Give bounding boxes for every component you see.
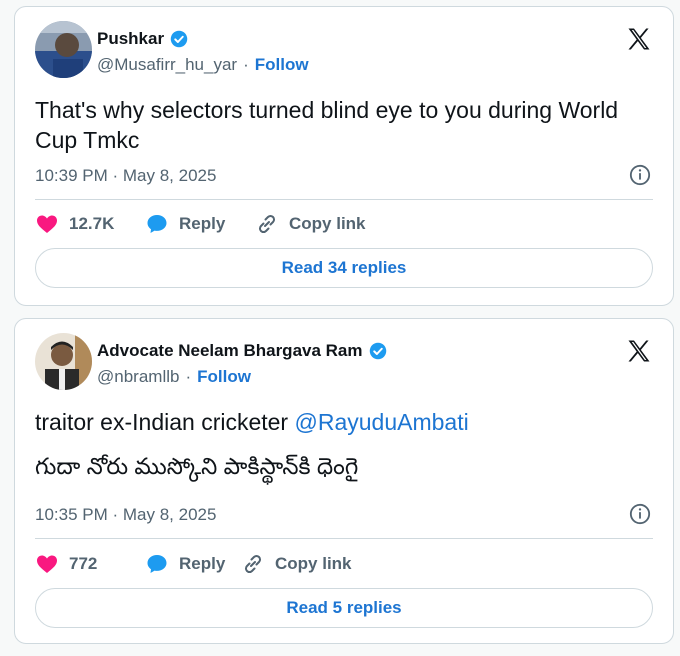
action-bar: 772 Reply Copy link [35, 552, 352, 576]
author-name[interactable]: Advocate Neelam Bhargava Ram [97, 341, 363, 361]
info-icon[interactable] [629, 164, 651, 186]
reply-bubble-icon [147, 215, 167, 233]
read-replies-button[interactable]: Read 5 replies [35, 588, 653, 628]
follow-button[interactable]: Follow [197, 367, 251, 387]
like-count: 12.7K [69, 214, 115, 233]
separator-dot: · [243, 55, 249, 74]
timestamp[interactable]: 10:39 PM · May 8, 2025 [35, 166, 216, 186]
reply-label: Reply [179, 214, 226, 233]
like-button[interactable]: 12.7K [35, 212, 145, 236]
tweet-text: That's why selectors turned blind eye to… [35, 95, 618, 155]
link-icon [258, 214, 276, 234]
separator-dot: · [185, 367, 192, 386]
tweet-text-prefix: traitor ex-Indian cricketer [35, 409, 295, 435]
action-bar: 12.7K Reply Copy link [35, 212, 366, 236]
heart-icon [37, 555, 57, 573]
info-icon[interactable] [629, 503, 651, 525]
reply-button[interactable]: Reply [145, 552, 241, 576]
copy-link-label: Copy link [289, 214, 366, 233]
mention-link[interactable]: @RayuduAmbati [294, 409, 468, 435]
verified-badge-icon [369, 342, 386, 360]
divider [35, 199, 653, 200]
tweet-text-line: Cup Tmkc [35, 127, 140, 153]
follow-button[interactable]: Follow [255, 55, 309, 75]
tweet-text-line: traitor ex-Indian cricketer @RayuduAmbat… [35, 407, 469, 437]
author-handle[interactable]: @nbramllb [97, 367, 179, 387]
copy-link-label: Copy link [275, 554, 352, 573]
tweet-text-line: గుదా నోరు ముస్కోని పాకిస్థాన్‌కి ధెంగై [35, 453, 359, 479]
x-logo-icon[interactable] [625, 25, 653, 53]
reply-bubble-icon [147, 555, 167, 573]
tweet-text: traitor ex-Indian cricketer @RayuduAmbat… [35, 407, 469, 481]
author-handle[interactable]: @Musafirr_hu_yar [97, 55, 237, 75]
x-logo-icon[interactable] [625, 337, 653, 365]
copy-link-button[interactable]: Copy link [241, 552, 352, 576]
tweet-card[interactable]: Advocate Neelam Bhargava Ram @nbramllb ·… [14, 318, 674, 644]
timestamp[interactable]: 10:35 PM · May 8, 2025 [35, 505, 216, 525]
avatar[interactable] [35, 333, 92, 390]
like-button[interactable]: 772 [35, 552, 145, 576]
heart-icon [37, 215, 57, 233]
author-name[interactable]: Pushkar [97, 29, 164, 49]
avatar[interactable] [35, 21, 92, 78]
reply-button[interactable]: Reply [145, 212, 255, 236]
reply-label: Reply [179, 554, 226, 573]
divider [35, 538, 653, 539]
read-replies-button[interactable]: Read 34 replies [35, 248, 653, 288]
like-count: 772 [69, 554, 98, 573]
copy-link-button[interactable]: Copy link [255, 212, 366, 236]
link-icon [244, 554, 262, 574]
tweet-text-line: That's why selectors turned blind eye to… [35, 97, 619, 123]
tweet-card[interactable]: Pushkar @Musafirr_hu_yar · Follow That's… [14, 6, 674, 306]
verified-badge-icon [170, 30, 188, 48]
